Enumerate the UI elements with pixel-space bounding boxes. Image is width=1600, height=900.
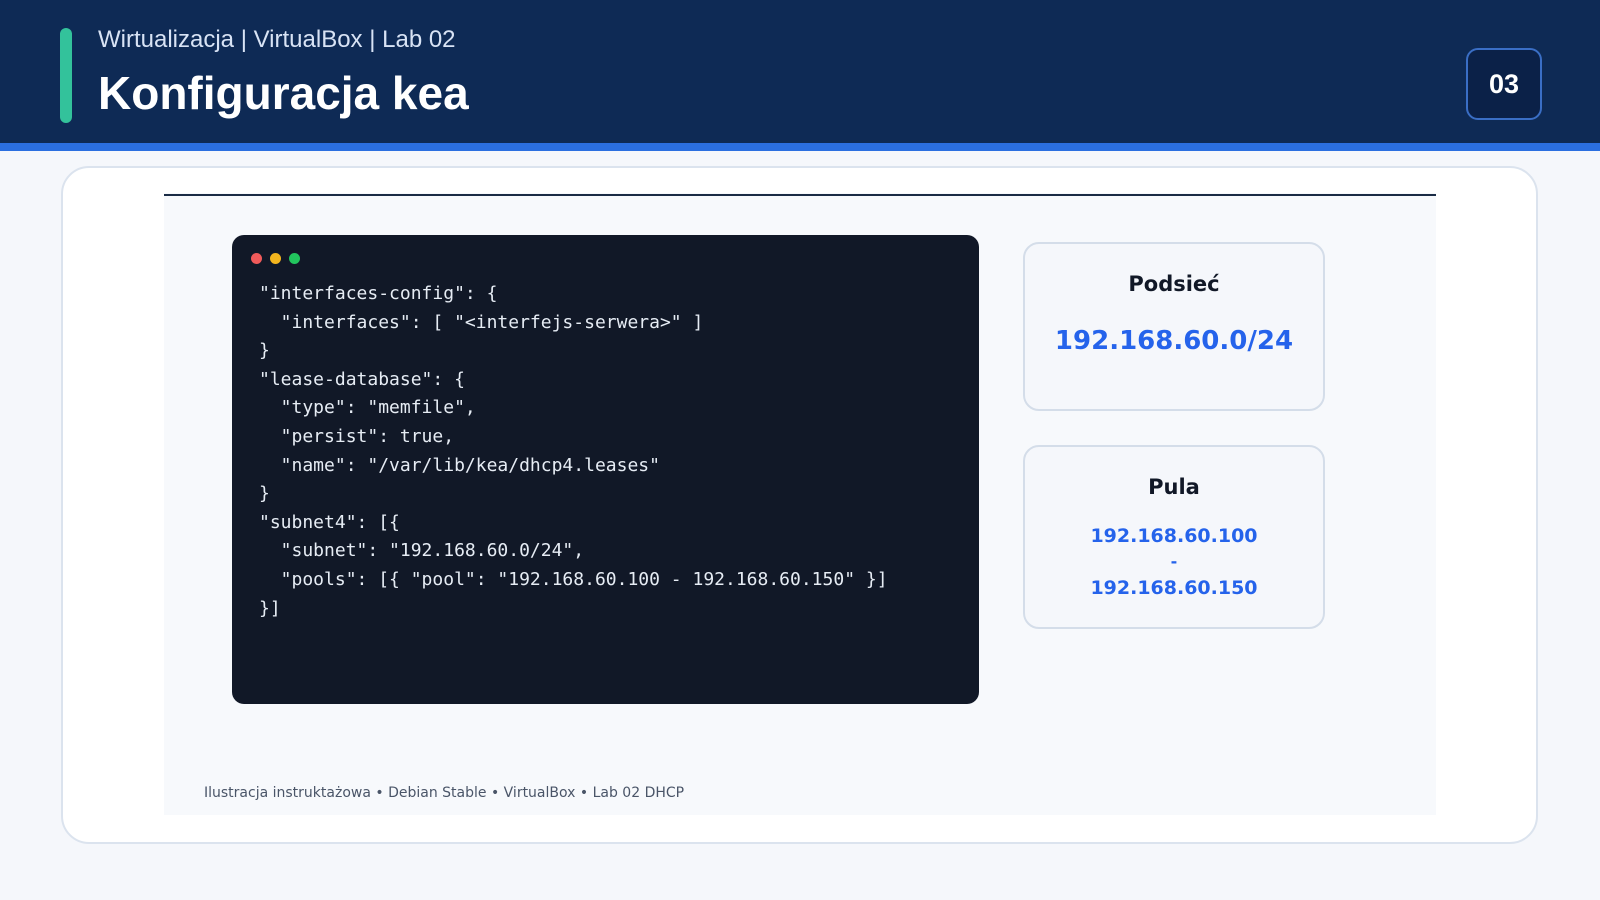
code-line: }] bbox=[259, 597, 281, 619]
divider-line bbox=[164, 194, 1436, 196]
subnet-card-title: Podsieć bbox=[1128, 272, 1220, 296]
code-line: "type": "memfile", bbox=[259, 397, 476, 419]
code-line: "lease-database": { bbox=[259, 368, 465, 390]
header-stripe bbox=[0, 143, 1600, 151]
pool-separator: - bbox=[1170, 552, 1178, 571]
subnet-value: 192.168.60.0/24 bbox=[1054, 326, 1294, 356]
pool-start-value: 192.168.60.100 bbox=[1090, 525, 1258, 547]
code-terminal: "interfaces-config": { "interfaces": [ "… bbox=[232, 235, 979, 704]
code-line: "subnet": "192.168.60.0/24", bbox=[259, 540, 585, 562]
maximize-dot-icon bbox=[289, 253, 300, 264]
slide-title: Konfiguracja kea bbox=[98, 67, 469, 119]
page-number-badge: 03 bbox=[1466, 48, 1542, 120]
accent-bar bbox=[60, 28, 72, 123]
code-line: "persist": true, bbox=[259, 425, 455, 447]
code-block: "interfaces-config": { "interfaces": [ "… bbox=[259, 280, 888, 623]
close-dot-icon bbox=[251, 253, 262, 264]
pool-card: Pula 192.168.60.100 - 192.168.60.150 bbox=[1023, 445, 1325, 629]
footer-caption: Ilustracja instruktażowa • Debian Stable… bbox=[204, 785, 685, 801]
pool-card-title: Pula bbox=[1148, 475, 1200, 499]
code-line: "interfaces": [ "<interfejs-serwera>" ] bbox=[259, 311, 704, 333]
slide-subtitle: Wirtualizacja | VirtualBox | Lab 02 bbox=[98, 26, 456, 53]
code-line: } bbox=[259, 483, 270, 505]
code-line: "name": "/var/lib/kea/dhcp4.leases" bbox=[259, 454, 660, 476]
code-line: "pools": [{ "pool": "192.168.60.100 - 19… bbox=[259, 568, 888, 590]
code-line: "interfaces-config": { bbox=[259, 283, 498, 304]
minimize-dot-icon bbox=[270, 253, 281, 264]
code-line: } bbox=[259, 340, 270, 362]
subnet-card: Podsieć 192.168.60.0/24 bbox=[1023, 242, 1325, 411]
code-line: "subnet4": [{ bbox=[259, 511, 400, 533]
pool-end-value: 192.168.60.150 bbox=[1090, 577, 1258, 599]
